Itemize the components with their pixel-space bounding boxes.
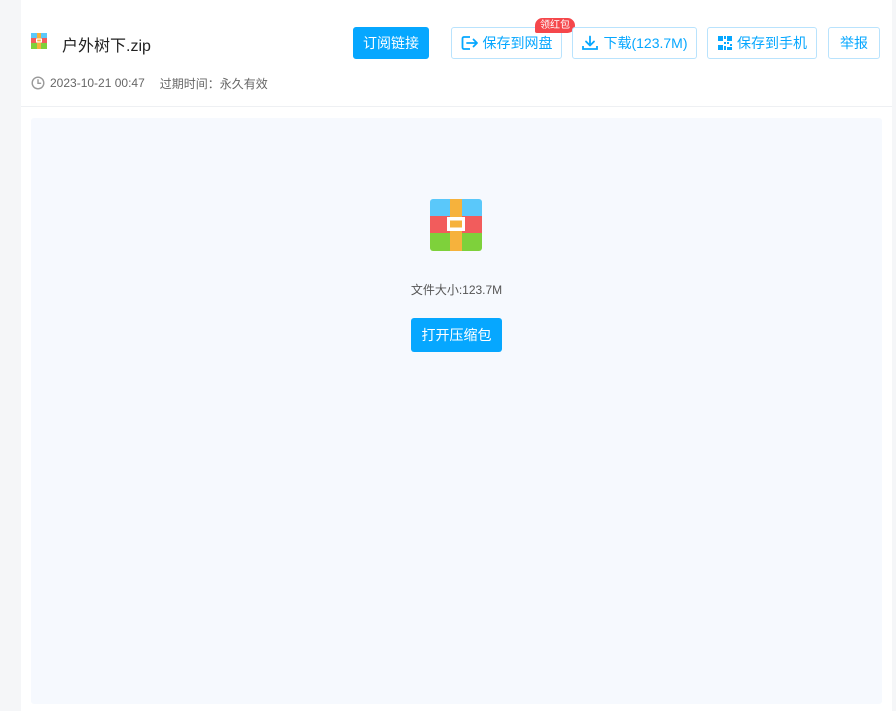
download-label: 下载(123.7M) — [603, 35, 688, 51]
file-size-text: 文件大小:123.7M — [410, 283, 503, 297]
report-button[interactable]: 举报 — [828, 27, 880, 59]
zip-archive-icon — [31, 33, 47, 49]
file-preview-area: 文件大小:123.7M 打开压缩包 — [31, 118, 882, 704]
zip-archive-icon — [430, 199, 482, 251]
file-name: 户外树下.zip — [62, 38, 151, 55]
expire-label: 过期时间： — [159, 76, 220, 91]
save-to-phone-button[interactable]: 保存到手机 — [707, 27, 817, 59]
expire-value: 永久有效 — [219, 76, 268, 91]
subscribe-link-button[interactable]: 订阅链接 — [353, 27, 429, 59]
share-date: 2023-10-21 00:47 — [50, 76, 145, 90]
share-panel: 户外树下.zip 订阅链接 保存到网盘 领红包 下载(123.7M) 保存到手机… — [21, 0, 892, 711]
red-packet-badge[interactable]: 领红包 — [535, 18, 575, 33]
file-header: 户外树下.zip 订阅链接 保存到网盘 领红包 下载(123.7M) 保存到手机… — [21, 0, 892, 107]
save-to-phone-label: 保存到手机 — [737, 35, 807, 51]
open-archive-label: 打开压缩包 — [421, 327, 492, 343]
clock-icon — [31, 76, 45, 90]
save-to-cloud-icon — [461, 36, 478, 50]
file-meta: 2023-10-21 00:47 过期时间： 永久有效 — [31, 74, 268, 92]
open-archive-button[interactable]: 打开压缩包 — [411, 318, 502, 352]
save-to-cloud-label: 保存到网盘 — [482, 35, 553, 51]
qr-code-icon — [718, 36, 732, 50]
download-icon — [582, 35, 599, 50]
download-button[interactable]: 下载(123.7M) — [572, 27, 697, 59]
report-label: 举报 — [840, 35, 868, 51]
subscribe-link-label: 订阅链接 — [363, 35, 419, 51]
